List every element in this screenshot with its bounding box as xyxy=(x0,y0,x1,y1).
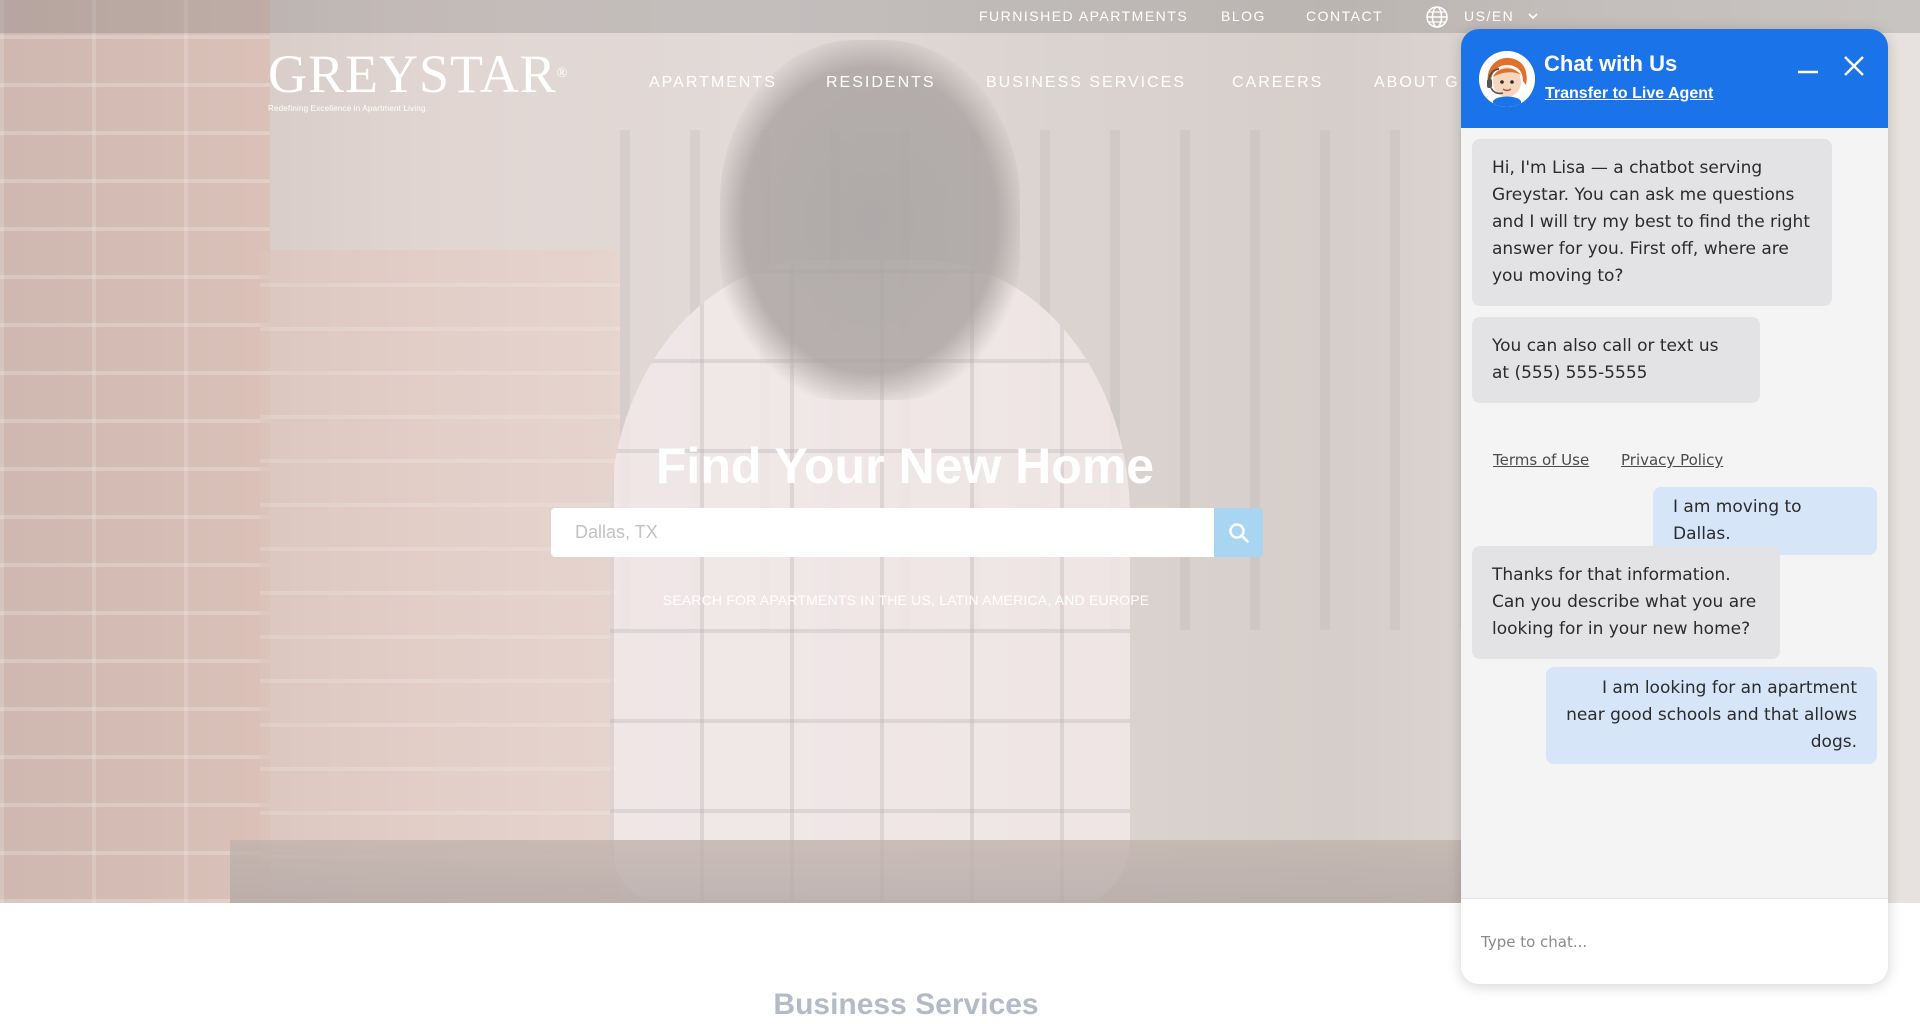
privacy-policy-link[interactable]: Privacy Policy xyxy=(1621,451,1723,469)
chatbot-avatar xyxy=(1479,51,1535,107)
nav-apartments[interactable]: APARTMENTS xyxy=(649,74,777,92)
logo-tagline: Redefining Excellence in Apartment Livin… xyxy=(268,104,429,113)
chat-input[interactable] xyxy=(1461,898,1888,984)
close-icon[interactable] xyxy=(1841,53,1867,79)
hero-title: Find Your New Home xyxy=(655,438,1155,494)
chevron-down-icon[interactable] xyxy=(1527,10,1539,22)
chatbot-avatar-icon xyxy=(1479,51,1535,107)
user-message: I am looking for an apartment near good … xyxy=(1546,667,1877,764)
search-subtitle: SEARCH FOR APARTMENTS IN THE US, LATIN A… xyxy=(662,592,1150,608)
locale-selector[interactable]: US/EN xyxy=(1464,8,1514,24)
logo-wordmark: GREYSTAR xyxy=(268,44,557,104)
bot-message: You can also call or text us at (555) 55… xyxy=(1472,317,1760,403)
search-button[interactable] xyxy=(1214,508,1263,557)
business-services-heading: Business Services xyxy=(773,988,1039,1021)
chat-widget: Chat with Us Transfer to Live Agent Hi, … xyxy=(1461,29,1888,984)
terms-of-use-link[interactable]: Terms of Use xyxy=(1493,451,1589,469)
logo-registered-mark: ® xyxy=(556,66,569,81)
location-search-input[interactable] xyxy=(551,508,1215,557)
chat-message-list: Hi, I'm Lisa — a chatbot serving Greysta… xyxy=(1461,128,1888,898)
bot-message: Thanks for that information. Can you des… xyxy=(1472,546,1780,659)
search-icon xyxy=(1228,522,1249,543)
nav-careers[interactable]: CAREERS xyxy=(1232,74,1323,92)
greystar-logo[interactable]: GREYSTAR® Redefining Excellence in Apart… xyxy=(268,46,567,120)
bot-message: Hi, I'm Lisa — a chatbot serving Greysta… xyxy=(1472,139,1832,306)
nav-residents[interactable]: RESIDENTS xyxy=(826,74,936,92)
nav-about[interactable]: ABOUT GR xyxy=(1374,74,1473,92)
chat-title: Chat with Us xyxy=(1544,51,1678,76)
utility-link-contact[interactable]: CONTACT xyxy=(1306,8,1383,24)
minimize-icon[interactable] xyxy=(1795,59,1821,85)
utility-link-blog[interactable]: BLOG xyxy=(1221,8,1266,24)
chat-header: Chat with Us Transfer to Live Agent xyxy=(1461,29,1888,128)
globe-icon[interactable] xyxy=(1425,5,1449,29)
utility-link-furnished-apartments[interactable]: FURNISHED APARTMENTS xyxy=(979,8,1188,24)
transfer-to-live-agent-link[interactable]: Transfer to Live Agent xyxy=(1545,85,1713,103)
user-message: I am moving to Dallas. xyxy=(1653,487,1877,555)
nav-business-services[interactable]: BUSINESS SERVICES xyxy=(986,74,1186,92)
